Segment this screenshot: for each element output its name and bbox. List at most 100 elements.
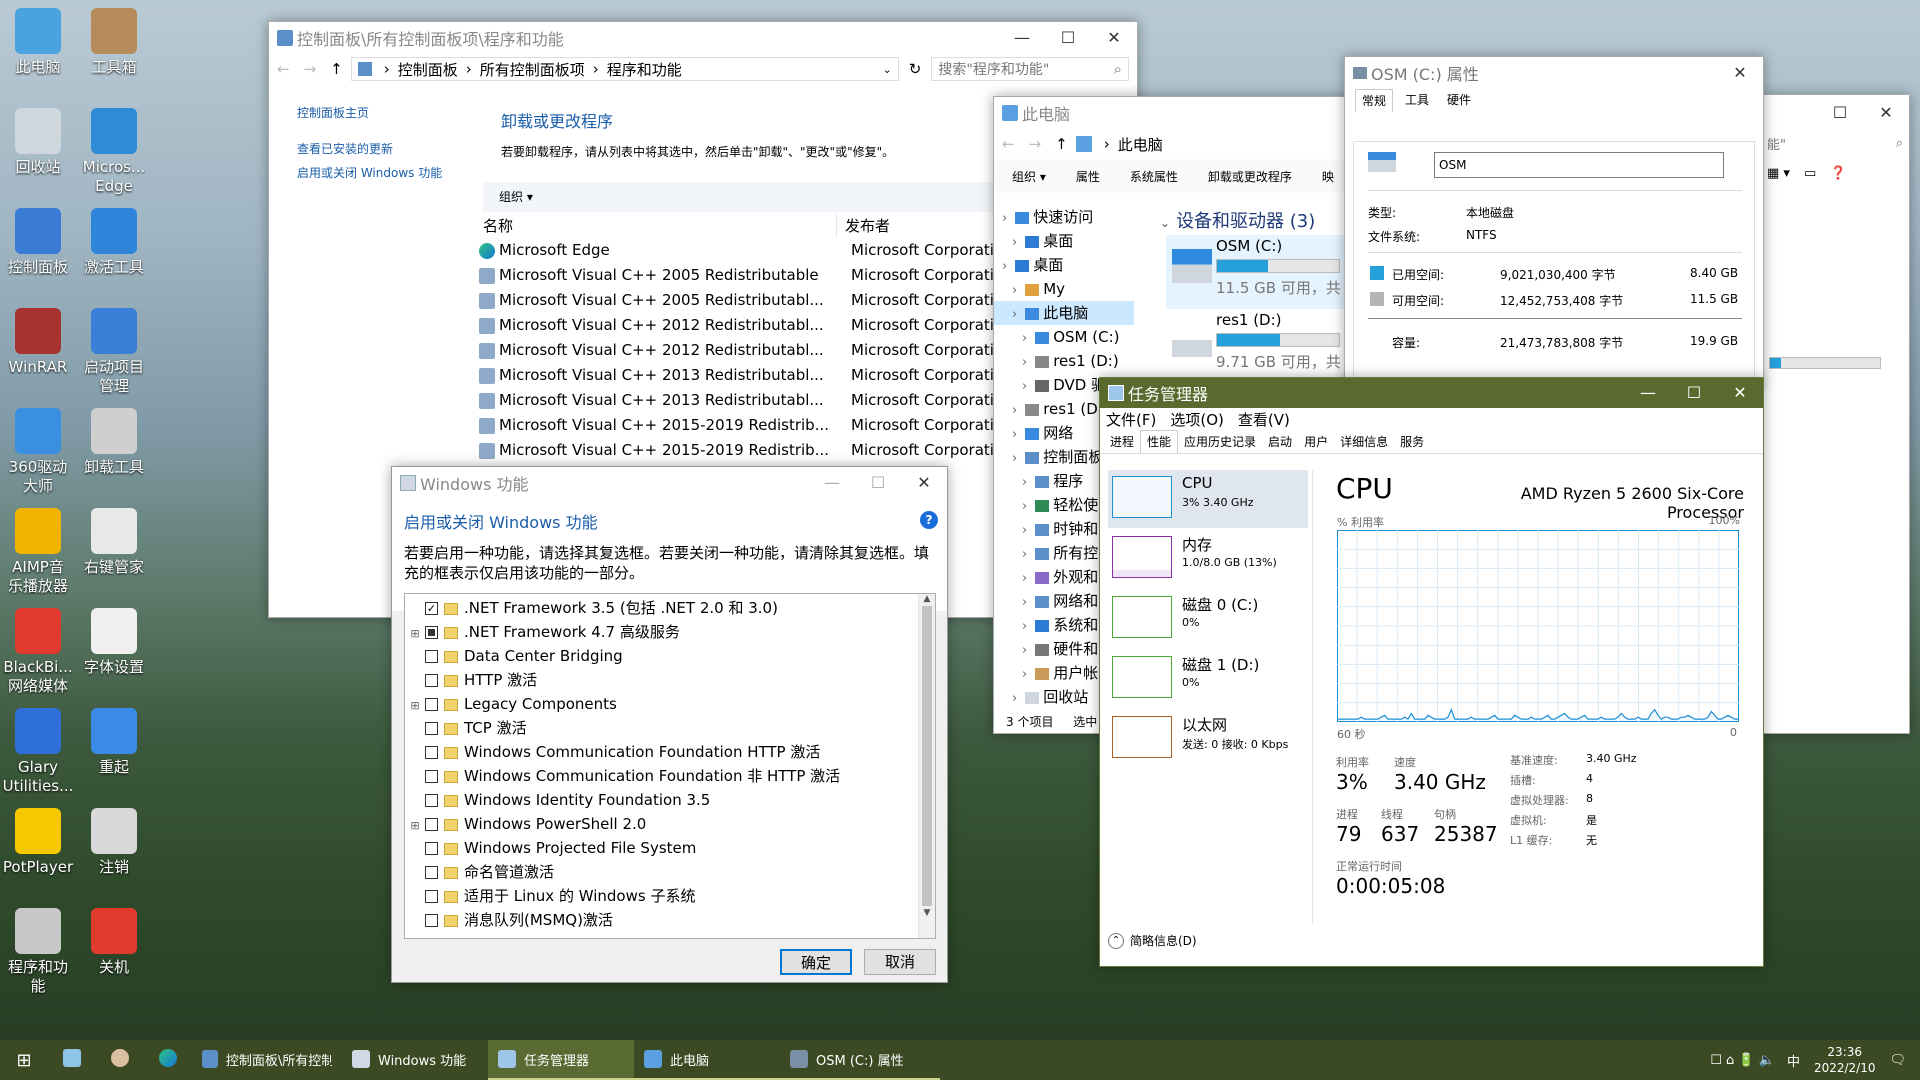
chevron-right-icon[interactable]: › — [1012, 427, 1017, 442]
tm-tab[interactable]: 详细信息 — [1334, 431, 1394, 453]
feature-item[interactable]: Windows Communication Foundation 非 HTTP … — [405, 764, 935, 788]
tm-resource-item[interactable]: CPU 3% 3.40 GHz — [1108, 470, 1308, 528]
close-button[interactable]: ✕ — [1717, 378, 1763, 409]
windows-features-link[interactable]: 启用或关闭 Windows 功能 — [297, 164, 442, 182]
table-row[interactable]: Microsoft Edge Microsoft Corporatio — [475, 238, 1043, 263]
close-button[interactable]: ✕ — [1717, 57, 1763, 89]
tm-resource-item[interactable]: 内存 1.0/8.0 GB (13%) — [1108, 530, 1308, 588]
chevron-right-icon[interactable]: › — [1022, 547, 1027, 562]
cp-breadcrumb[interactable]: › 控制面板 › 所有控制面板项 › 程序和功能 ⌄ — [350, 57, 899, 81]
help-icon[interactable]: ❓ — [1830, 166, 1846, 181]
pinned-explorer-icon[interactable] — [48, 1049, 96, 1071]
feature-item[interactable]: TCP 激活 — [405, 716, 935, 740]
desktop-icon[interactable]: Glary Utilities... — [0, 708, 76, 796]
table-row[interactable]: Microsoft Visual C++ 2005 Redistributabl… — [475, 288, 1043, 313]
feature-checkbox[interactable] — [425, 890, 438, 903]
chevron-right-icon[interactable]: › — [1012, 235, 1017, 250]
desktop-icon[interactable]: 此电脑 — [0, 8, 76, 77]
help-icon[interactable]: ? — [920, 511, 938, 529]
chevron-right-icon[interactable]: › — [1002, 259, 1007, 274]
table-row[interactable]: Microsoft Visual C++ 2013 Redistributabl… — [475, 388, 1043, 413]
pinned-edge-icon[interactable] — [144, 1049, 192, 1071]
wf-titlebar[interactable]: Windows 功能 — ☐ ✕ — [392, 467, 947, 499]
table-row[interactable]: Microsoft Visual C++ 2015-2019 Redistrib… — [475, 438, 1043, 463]
drive-name-input[interactable]: OSM — [1434, 152, 1724, 178]
feature-checkbox[interactable] — [425, 650, 438, 663]
expand-icon[interactable]: ⊞ — [405, 622, 425, 644]
chevron-right-icon[interactable]: › — [1012, 691, 1017, 706]
maximize-button[interactable]: ☐ — [1045, 22, 1091, 54]
chevron-down-icon[interactable]: ⌄ — [883, 63, 892, 76]
tm-tab[interactable]: 进程 — [1104, 431, 1140, 453]
chevron-right-icon[interactable]: › — [1012, 307, 1017, 322]
cancel-button[interactable]: 取消 — [864, 949, 936, 975]
feature-item[interactable]: ✓ .NET Framework 3.5 (包括 .NET 2.0 和 3.0) — [405, 596, 935, 620]
taskbar-item[interactable]: Windows 功能 — [342, 1040, 488, 1080]
feature-checkbox[interactable]: ✓ — [425, 602, 438, 615]
back-icon[interactable]: ← — [277, 60, 290, 78]
table-row[interactable]: Microsoft Visual C++ 2012 Redistributabl… — [475, 338, 1043, 363]
close-button[interactable]: ✕ — [901, 467, 947, 499]
feature-item[interactable]: ⊞ Legacy Components — [405, 692, 935, 716]
pc-titlebar[interactable]: 此电脑 — [994, 97, 1372, 129]
crumb-all-items[interactable]: 所有控制面板项 — [480, 59, 585, 80]
table-row[interactable]: Microsoft Visual C++ 2013 Redistributabl… — [475, 363, 1043, 388]
chevron-right-icon[interactable]: › — [1022, 331, 1027, 346]
table-row[interactable]: Microsoft Visual C++ 2012 Redistributabl… — [475, 313, 1043, 338]
nav-item[interactable]: › res1 (D:) — [994, 349, 1134, 373]
feature-checkbox[interactable] — [425, 722, 438, 735]
map-drive-button[interactable]: 映 — [1322, 168, 1334, 185]
chevron-right-icon[interactable]: › — [1022, 355, 1027, 370]
back-icon[interactable]: ← — [1002, 135, 1015, 153]
expand-icon[interactable]: ⊞ — [405, 694, 425, 716]
drive-tile[interactable]: OSM (C:) 11.5 GB 可用，共 — [1166, 235, 1372, 309]
ime-indicator[interactable]: 中 — [1787, 1051, 1800, 1070]
system-properties-button[interactable]: 系统属性 — [1130, 168, 1178, 185]
drive-tile[interactable]: res1 (D:) 9.71 GB 可用，共 — [1166, 309, 1372, 383]
cp-home-link[interactable]: 控制面板主页 — [297, 104, 442, 122]
feature-checkbox[interactable] — [425, 626, 438, 639]
feature-item[interactable]: Windows Communication Foundation HTTP 激活 — [405, 740, 935, 764]
crumb-control-panel[interactable]: 控制面板 — [398, 59, 458, 80]
desktop-icon[interactable]: 程序和功 能 — [0, 908, 76, 996]
chevron-right-icon[interactable]: › — [1012, 283, 1017, 298]
desktop-icon[interactable]: AIMP音 乐播放器 — [0, 508, 76, 596]
props-titlebar[interactable]: OSM (C:) 属性 ✕ — [1345, 57, 1763, 89]
feature-checkbox[interactable] — [425, 746, 438, 759]
menu-file[interactable]: 文件(F) — [1106, 409, 1156, 430]
taskbar-item[interactable]: 此电脑 — [634, 1040, 780, 1080]
tm-tab[interactable]: 用户 — [1298, 431, 1334, 453]
feature-checkbox[interactable] — [425, 842, 438, 855]
tm-tab[interactable]: 服务 — [1394, 431, 1430, 453]
desktop-icon[interactable]: 激活工具 — [76, 208, 152, 277]
feature-checkbox[interactable] — [425, 674, 438, 687]
expand-icon[interactable]: ⊞ — [405, 814, 425, 836]
pinned-tools-icon[interactable] — [96, 1049, 144, 1071]
nav-item[interactable]: › 桌面 — [994, 229, 1134, 253]
menu-options[interactable]: 选项(O) — [1170, 409, 1224, 430]
chevron-right-icon[interactable]: › — [1012, 403, 1017, 418]
preview-pane-icon[interactable]: ▭ — [1804, 166, 1816, 181]
feature-item[interactable]: 适用于 Linux 的 Windows 子系统 — [405, 884, 935, 908]
nav-item[interactable]: › My — [994, 277, 1134, 301]
chevron-right-icon[interactable]: › — [1012, 451, 1017, 466]
desktop-icon[interactable]: 卸载工具 — [76, 408, 152, 477]
tab-hardware[interactable]: 硬件 — [1441, 89, 1477, 111]
feature-item[interactable]: Windows Projected File System — [405, 836, 935, 860]
table-row[interactable]: Microsoft Visual C++ 2015-2019 Redistrib… — [475, 413, 1043, 438]
crumb-this-pc[interactable]: 此电脑 — [1118, 134, 1163, 155]
up-icon[interactable]: ↑ — [330, 60, 343, 78]
desktop-icon[interactable]: 工具箱 — [76, 8, 152, 77]
feature-item[interactable]: 命名管道激活 — [405, 860, 935, 884]
chevron-right-icon[interactable]: › — [1022, 523, 1027, 538]
feature-item[interactable]: ⊞ Windows PowerShell 2.0 — [405, 812, 935, 836]
minimize-button[interactable]: — — [809, 467, 855, 499]
feature-checkbox[interactable] — [425, 770, 438, 783]
table-row[interactable]: Microsoft Visual C++ 2005 Redistributabl… — [475, 263, 1043, 288]
tab-tools[interactable]: 工具 — [1399, 89, 1435, 111]
view-options-icon[interactable]: ▦ ▾ — [1767, 166, 1790, 181]
tab-general[interactable]: 常规 — [1355, 88, 1394, 112]
uninstall-button[interactable]: 卸载或更改程序 — [1208, 168, 1292, 185]
maximize-button[interactable]: ☐ — [1817, 97, 1863, 129]
feature-checkbox[interactable] — [425, 866, 438, 879]
